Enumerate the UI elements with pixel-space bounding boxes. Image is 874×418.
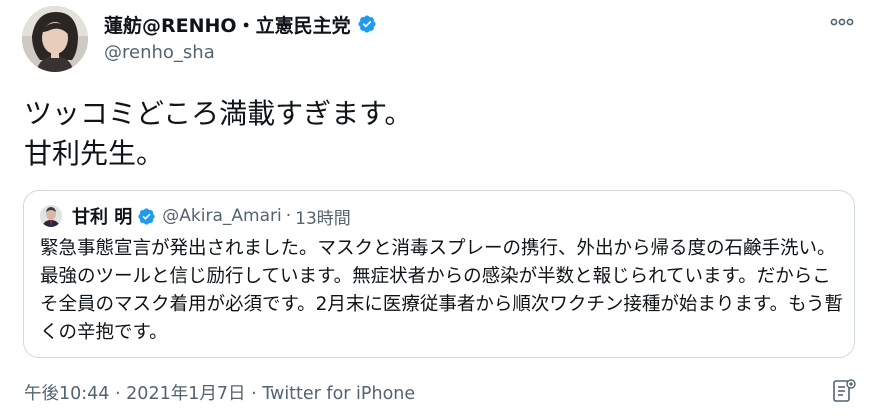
tweet-text: ツッコミどころ満載すぎます。 甘利先生。 (24, 97, 413, 170)
author-name-row: 蓮舫@RENHO・立憲民主党 (104, 10, 377, 38)
quoted-separator: · (285, 206, 292, 226)
quoted-author-name: 甘利 明 (72, 207, 133, 228)
quoted-tweet-header: 甘利 明 @Akira_Amari · 13時間 (40, 203, 351, 229)
tweet-source[interactable]: Twitter for iPhone (262, 384, 415, 404)
user-avatar-photo (22, 6, 88, 72)
tweet-meta: 午後10:44 · 2021年1月7日 · Twitter for iPhone (24, 380, 415, 405)
quoted-tweet-text: 緊急事態宣言が発出されました。マスクと消毒スプレーの携行、外出から帰る度の石鹸手… (40, 238, 844, 343)
author-handle[interactable]: @renho_sha (104, 42, 377, 63)
quoted-author-avatar (40, 205, 62, 227)
quoted-verified-badge-icon (137, 207, 156, 226)
quoted-author-handle: @Akira_Amari (162, 206, 282, 226)
meta-separator: · (115, 384, 121, 404)
meta-separator: · (251, 384, 257, 404)
author-avatar[interactable] (22, 6, 88, 72)
verified-badge-icon (357, 14, 377, 34)
analytics-icon[interactable] (832, 378, 856, 404)
quoted-timestamp: 13時間 (295, 208, 351, 229)
more-options-icon[interactable] (830, 14, 854, 28)
tweet: 蓮舫@RENHO・立憲民主党 @renho_sha ツッコミどころ満載すぎます。… (0, 0, 874, 418)
tweet-date[interactable]: 2021年1月7日 (126, 384, 245, 404)
tweet-header: 蓮舫@RENHO・立憲民主党 @renho_sha (104, 10, 377, 63)
author-display-name[interactable]: 蓮舫@RENHO・立憲民主党 (104, 11, 351, 38)
quoted-tweet[interactable]: 甘利 明 @Akira_Amari · 13時間 緊急事態宣言が発出されました。… (23, 190, 855, 358)
tweet-time[interactable]: 午後10:44 (24, 384, 109, 404)
